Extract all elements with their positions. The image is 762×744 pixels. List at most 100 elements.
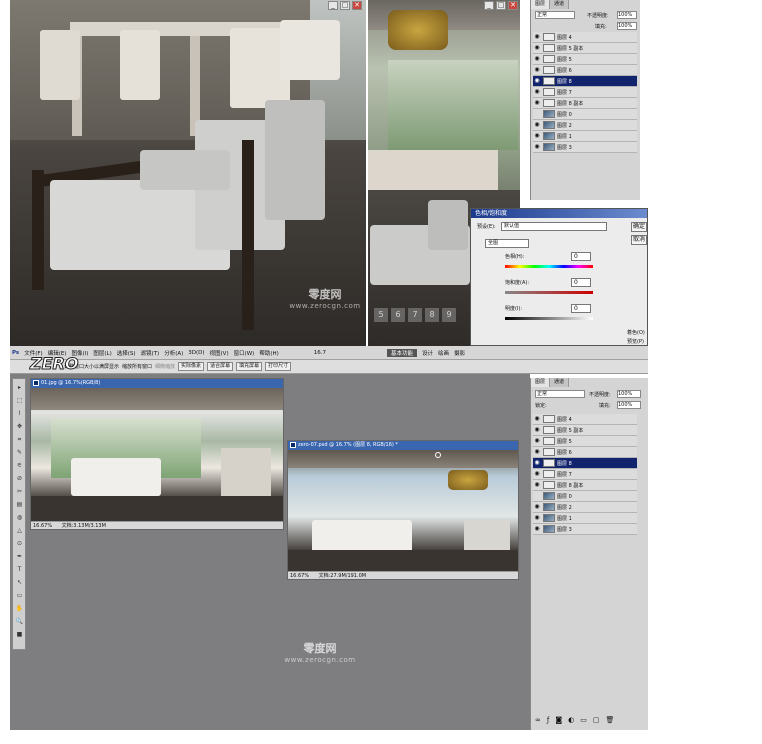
layer-row[interactable]: ◉ 图层 7 <box>533 469 637 480</box>
fit-screen-button[interactable]: 适合屏幕 <box>207 362 234 371</box>
hue-input[interactable]: 0 <box>571 252 591 261</box>
layer-row[interactable]: ◉ 图层 3 <box>533 524 637 535</box>
move-tool-icon[interactable]: ▸ <box>15 383 24 392</box>
menu-analysis[interactable]: 分析(A) <box>164 349 183 357</box>
hue-slider[interactable] <box>505 265 593 268</box>
eraser-tool-icon[interactable]: ◍ <box>15 513 24 522</box>
opacity-input[interactable]: 100% <box>617 11 637 19</box>
visibility-eye-icon[interactable]: ◉ <box>533 426 541 434</box>
channel-select[interactable]: 全图 <box>485 239 529 248</box>
blend-mode-select[interactable]: 正常 <box>535 390 585 398</box>
layer-row[interactable]: ◉ 图层 2 <box>533 120 637 131</box>
layer-row[interactable]: ◉ 图层 8 <box>533 458 637 469</box>
maximize-button[interactable]: □ <box>340 1 350 10</box>
layer-row[interactable]: ◉ 图层 1 <box>533 513 637 524</box>
layer-style-icon[interactable]: ƒ <box>547 716 549 726</box>
fill-input[interactable]: 100% <box>617 401 641 409</box>
tab-layers[interactable]: 图层 <box>531 378 551 387</box>
menu-3d[interactable]: 3D(D) <box>188 350 204 356</box>
visibility-eye-icon[interactable]: ◉ <box>533 143 541 151</box>
workspace-essentials[interactable]: 基本功能 <box>387 348 418 357</box>
zoom-tool-icon[interactable]: 🔍 <box>15 617 24 626</box>
workspace-design[interactable]: 设计 <box>422 349 433 357</box>
menu-window[interactable]: 窗口(W) <box>234 349 255 357</box>
visibility-eye-icon[interactable]: ◉ <box>533 88 541 96</box>
print-size-button[interactable]: 打印尺寸 <box>265 362 292 371</box>
lasso-tool-icon[interactable]: ⌇ <box>15 409 24 418</box>
doc-zoom[interactable]: 16.67% <box>33 523 52 529</box>
layer-row[interactable]: ◉ 图层 8 副本 <box>533 98 637 109</box>
layer-row[interactable]: ◉ 图层 2 <box>533 502 637 513</box>
opacity-input[interactable]: 100% <box>617 390 641 398</box>
menu-select[interactable]: 选择(S) <box>117 349 136 357</box>
marquee-tool-icon[interactable]: ⬚ <box>15 396 24 405</box>
preset-select[interactable]: 默认值 <box>501 222 607 231</box>
clone-tool-icon[interactable]: ✂ <box>15 487 24 496</box>
page-number[interactable]: 9 <box>442 308 456 322</box>
scrubby-zoom-checkbox[interactable]: 细微缩放 <box>155 363 175 370</box>
close-button[interactable]: ✕ <box>508 1 518 10</box>
adjustment-icon[interactable]: ◐ <box>568 716 574 726</box>
menu-view[interactable]: 视图(V) <box>210 349 229 357</box>
layer-row[interactable]: ◉ 图层 8 <box>533 76 637 87</box>
menu-filter[interactable]: 滤镜(T) <box>141 349 160 357</box>
lightness-slider[interactable] <box>505 317 593 320</box>
saturation-slider[interactable] <box>505 291 593 294</box>
document-window-2[interactable]: zero-07.psd @ 16.7% (图层 8, RGB/16) * 16.… <box>287 440 519 580</box>
page-number[interactable]: 6 <box>391 308 405 322</box>
workspace-photography[interactable]: 摄影 <box>454 349 465 357</box>
gradient-tool-icon[interactable]: △ <box>15 526 24 535</box>
eyedropper-tool-icon[interactable]: ✎ <box>15 448 24 457</box>
visibility-eye-icon[interactable] <box>533 110 541 118</box>
path-select-tool-icon[interactable]: ↖ <box>15 578 24 587</box>
layer-row[interactable]: ◉ 图层 4 <box>533 32 637 43</box>
visibility-eye-icon[interactable]: ◉ <box>533 99 541 107</box>
layer-row[interactable]: 图层 0 <box>533 109 637 120</box>
layer-row[interactable]: ◉ 图层 6 <box>533 447 637 458</box>
visibility-eye-icon[interactable]: ◉ <box>533 448 541 456</box>
visibility-eye-icon[interactable]: ◉ <box>533 66 541 74</box>
menu-layer[interactable]: 图层(L) <box>93 349 111 357</box>
pen-tool-icon[interactable]: ✒ <box>15 552 24 561</box>
document-canvas[interactable] <box>288 450 518 571</box>
zoom-all-windows-checkbox[interactable]: 缩放所有窗口 <box>122 363 152 370</box>
saturation-input[interactable]: 0 <box>571 278 591 287</box>
document-window-1[interactable]: 01.jpg @ 16.7%(RGB/8) 16.67% 文档:3.13M/3.… <box>30 378 284 530</box>
blend-mode-select[interactable]: 正常 <box>535 11 575 19</box>
visibility-eye-icon[interactable]: ◉ <box>533 525 541 533</box>
visibility-eye-icon[interactable]: ◉ <box>533 121 541 129</box>
layer-row[interactable]: ◉ 图层 3 <box>533 142 637 153</box>
visibility-eye-icon[interactable]: ◉ <box>533 77 541 85</box>
page-number[interactable]: 5 <box>374 308 388 322</box>
minimize-button[interactable]: _ <box>328 1 338 10</box>
cancel-button[interactable]: 取消 <box>631 235 647 245</box>
document-canvas[interactable] <box>31 388 283 521</box>
hand-tool-icon[interactable]: ✋ <box>15 604 24 613</box>
fill-input[interactable]: 100% <box>617 22 637 30</box>
tab-layers[interactable]: 图层 <box>531 0 551 9</box>
color-swatch-tool-icon[interactable]: ■ <box>15 630 24 639</box>
page-number[interactable]: 7 <box>408 308 422 322</box>
visibility-eye-icon[interactable]: ◉ <box>533 55 541 63</box>
page-number[interactable]: 8 <box>425 308 439 322</box>
workspace-painting[interactable]: 绘画 <box>438 349 449 357</box>
visibility-eye-icon[interactable]: ◉ <box>533 503 541 511</box>
mask-icon[interactable]: ◙ <box>555 716 562 726</box>
layer-row[interactable]: ◉ 图层 4 <box>533 414 637 425</box>
history-tool-icon[interactable]: ▤ <box>15 500 24 509</box>
layer-row[interactable]: ◉ 图层 7 <box>533 87 637 98</box>
healing-tool-icon[interactable]: ⚟ <box>15 461 24 470</box>
quick-select-tool-icon[interactable]: ✥ <box>15 422 24 431</box>
maximize-button[interactable]: □ <box>496 1 506 10</box>
visibility-eye-icon[interactable]: ◉ <box>533 470 541 478</box>
layer-row[interactable]: ◉ 图层 5 副本 <box>533 43 637 54</box>
brush-tool-icon[interactable]: ⊘ <box>15 474 24 483</box>
layer-row[interactable]: ◉ 图层 6 <box>533 65 637 76</box>
layer-row[interactable]: ◉ 图层 8 副本 <box>533 480 637 491</box>
type-tool-icon[interactable]: T <box>15 565 24 574</box>
actual-pixels-button[interactable]: 实际像素 <box>178 362 205 371</box>
layer-row[interactable]: ◉ 图层 1 <box>533 131 637 142</box>
visibility-eye-icon[interactable]: ◉ <box>533 459 541 467</box>
layer-row[interactable]: ◉ 图层 5 <box>533 54 637 65</box>
visibility-eye-icon[interactable]: ◉ <box>533 44 541 52</box>
